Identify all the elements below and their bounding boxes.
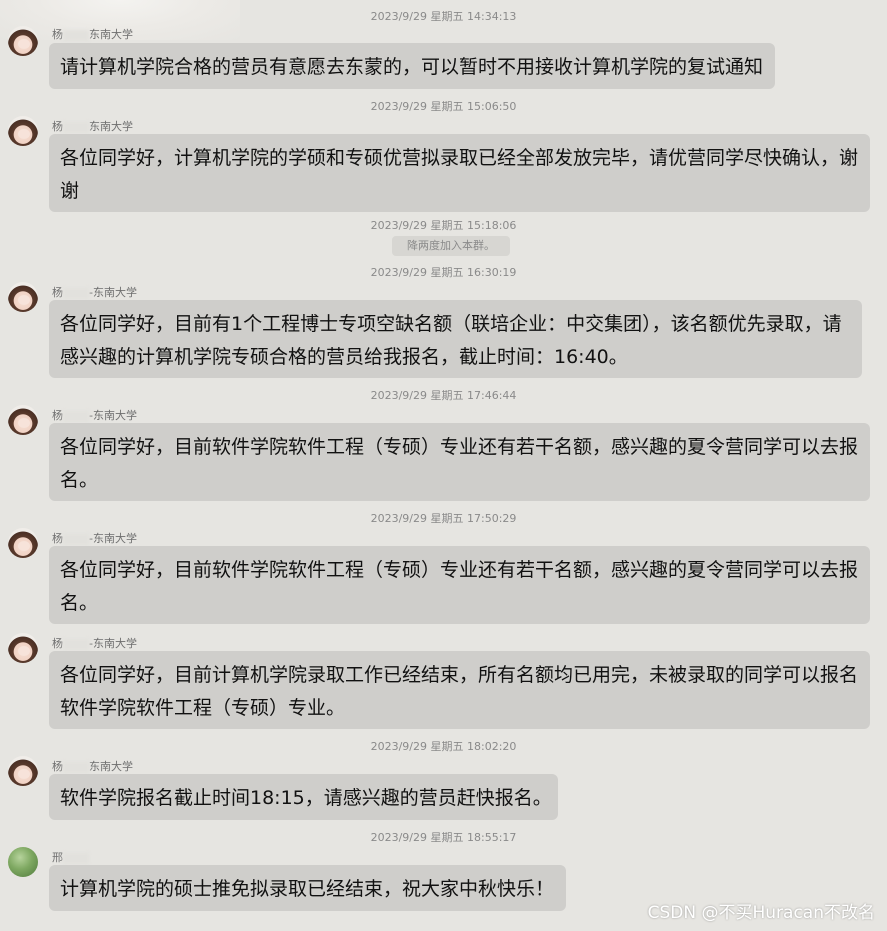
csdn-watermark: CSDN @不买Huracan不改名	[647, 903, 875, 923]
message-line: 软件学院报名截止时间18:15，请感兴趣的营员赶快报名。	[60, 787, 552, 809]
timestamp: 2023/9/29 星期五 18:02:20	[370, 740, 517, 753]
message-line: 名。	[60, 592, 99, 614]
sender-name[interactable]: 杨 东南大学	[52, 118, 133, 134]
sender-name-prefix: 杨	[52, 760, 63, 773]
sender-avatar[interactable]	[8, 633, 38, 663]
sender-name-prefix: 杨	[52, 409, 63, 422]
sender-name-suffix: -东南大学	[89, 532, 137, 545]
message-line: 各位同学好，目前软件学院软件工程（专硕）专业还有若干名额，感兴趣的夏令营同学可以…	[60, 559, 859, 581]
message-bubble[interactable]: 各位同学好，目前计算机学院录取工作已经结束，所有名额均已用完，未被录取的同学可以…	[49, 651, 870, 729]
sender-avatar[interactable]	[8, 405, 38, 435]
timestamp: 2023/9/29 星期五 14:34:13	[370, 10, 517, 23]
timestamp: 2023/9/29 星期五 18:55:17	[370, 831, 517, 844]
sender-name[interactable]: 杨 -东南大学	[52, 530, 137, 546]
redacted-name	[63, 121, 89, 133]
message-bubble[interactable]: 各位同学好，目前有1个工程博士专项空缺名额（联培企业：中交集团），该名额优先录取…	[49, 300, 862, 378]
message-bubble[interactable]: 计算机学院的硕士推免拟录取已经结束，祝大家中秋快乐！	[49, 865, 566, 911]
message-line: 各位同学好，目前计算机学院录取工作已经结束，所有名额均已用完，未被录取的同学可以…	[60, 664, 859, 686]
redacted-name	[63, 638, 89, 650]
sender-name[interactable]: 杨 东南大学	[52, 26, 133, 42]
sender-avatar[interactable]	[8, 282, 38, 312]
sender-name[interactable]: 杨 -东南大学	[52, 407, 137, 423]
timestamp: 2023/9/29 星期五 16:30:19	[370, 266, 517, 279]
message-line: 感兴趣的计算机学院专硕合格的营员给我报名，截止时间：16:40。	[60, 346, 628, 368]
sender-name-suffix: -东南大学	[89, 409, 137, 422]
sender-name-prefix: 杨	[52, 637, 63, 650]
timestamp: 2023/9/29 星期五 15:06:50	[370, 100, 517, 113]
message-bubble[interactable]: 各位同学好，目前软件学院软件工程（专硕）专业还有若干名额，感兴趣的夏令营同学可以…	[49, 546, 870, 624]
timestamp: 2023/9/29 星期五 15:18:06	[370, 219, 517, 232]
sender-name-suffix: 东南大学	[89, 28, 133, 41]
message-line: 谢	[60, 180, 80, 202]
message-line: 名。	[60, 469, 99, 491]
message-line: 请计算机学院合格的营员有意愿去东蒙的，可以暂时不用接收计算机学院的复试通知	[60, 56, 764, 78]
sender-name[interactable]: 杨 -东南大学	[52, 284, 137, 300]
sender-avatar[interactable]	[8, 116, 38, 146]
redacted-name	[63, 29, 89, 41]
message-line: 各位同学好，计算机学院的学硕和专硕优营拟录取已经全部发放完毕，请优营同学尽快确认…	[60, 147, 859, 169]
sender-name-suffix: 东南大学	[89, 760, 133, 773]
redacted-name	[63, 761, 89, 773]
redacted-name	[63, 410, 89, 422]
message-bubble[interactable]: 软件学院报名截止时间18:15，请感兴趣的营员赶快报名。	[49, 774, 558, 820]
sender-name-prefix: 杨	[52, 532, 63, 545]
system-notice: 降两度加入本群。	[392, 236, 510, 256]
message-bubble[interactable]: 各位同学好，目前软件学院软件工程（专硕）专业还有若干名额，感兴趣的夏令营同学可以…	[49, 423, 870, 501]
sender-name-suffix: 东南大学	[89, 120, 133, 133]
sender-avatar[interactable]	[8, 847, 38, 877]
timestamp: 2023/9/29 星期五 17:50:29	[370, 512, 517, 525]
sender-name-prefix: 杨	[52, 286, 63, 299]
timestamp: 2023/9/29 星期五 17:46:44	[370, 389, 517, 402]
sender-avatar[interactable]	[8, 26, 38, 56]
sender-name-suffix: -东南大学	[89, 286, 137, 299]
redacted-name	[63, 287, 89, 299]
message-bubble[interactable]: 各位同学好，计算机学院的学硕和专硕优营拟录取已经全部发放完毕，请优营同学尽快确认…	[49, 134, 870, 212]
message-line: 各位同学好，目前有1个工程博士专项空缺名额（联培企业：中交集团），该名额优先录取…	[60, 313, 842, 335]
sender-name-suffix: -东南大学	[89, 637, 137, 650]
sender-avatar[interactable]	[8, 528, 38, 558]
message-line: 计算机学院的硕士推免拟录取已经结束，祝大家中秋快乐！	[60, 878, 555, 900]
sender-name-prefix: 杨	[52, 120, 63, 133]
sender-avatar[interactable]	[8, 756, 38, 786]
sender-name[interactable]: 杨 -东南大学	[52, 635, 137, 651]
sender-name[interactable]: 杨 东南大学	[52, 758, 133, 774]
redacted-name	[63, 852, 89, 864]
redacted-name	[63, 533, 89, 545]
chat-window: 2023/9/29 星期五 14:34:13 杨东南大学 请计算机学院合格的营员…	[0, 0, 887, 931]
message-line: 各位同学好，目前软件学院软件工程（专硕）专业还有若干名额，感兴趣的夏令营同学可以…	[60, 436, 859, 458]
message-line: 软件学院软件工程（专硕）专业。	[60, 697, 346, 719]
sender-name-prefix: 杨	[52, 28, 63, 41]
sender-name[interactable]: 邢	[52, 849, 89, 865]
message-bubble[interactable]: 请计算机学院合格的营员有意愿去东蒙的，可以暂时不用接收计算机学院的复试通知	[49, 43, 775, 89]
sender-name-prefix: 邢	[52, 851, 63, 864]
